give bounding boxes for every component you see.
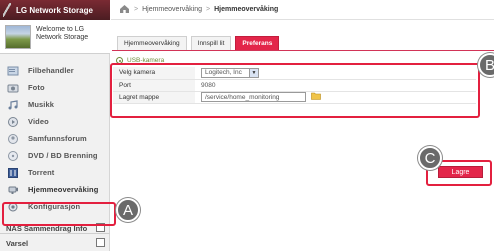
tab-underline (112, 50, 494, 51)
sidebar-item-label: Torrent (28, 168, 55, 177)
welcome-image (5, 25, 31, 49)
logo-stripe-icon (3, 3, 11, 17)
highlight-box-b (110, 63, 480, 118)
sidebar-item-label: Samfunnsforum (28, 134, 87, 143)
home-icon[interactable] (119, 4, 130, 16)
sidebar-item-label: Hjemmeovervåking (28, 185, 99, 194)
welcome-panel: Welcome to LG Network Storage (0, 20, 110, 54)
sidebar-item-dvd-bd[interactable]: DVD / BD Brenning (0, 147, 110, 164)
torrent-icon (6, 166, 19, 179)
breadcrumb: > Hjemmeovervåking > Hjemmeovervåking (111, 0, 494, 20)
expand-icon[interactable] (96, 238, 105, 247)
sidebar-item-samfunnsforum[interactable]: Samfunnsforum (0, 130, 110, 147)
brand-header[interactable]: LG Network Storage (0, 0, 110, 20)
sidebar-item-hjemmeovervaking[interactable]: Hjemmeovervåking (0, 181, 110, 198)
music-icon (6, 98, 19, 111)
sidebar-item-label: DVD / BD Brenning (28, 151, 98, 160)
file-manager-icon (6, 64, 19, 77)
alert-row[interactable]: Varsel (0, 236, 110, 250)
sidebar-item-foto[interactable]: Foto (0, 79, 110, 96)
callout-a: A (116, 198, 140, 222)
sidebar-item-musikk[interactable]: Musikk (0, 96, 110, 113)
callout-b: B (478, 53, 494, 77)
save-button[interactable]: Lagre (438, 166, 483, 178)
sidebar-item-label: Filbehandler (28, 66, 74, 75)
tab-innspill[interactable]: Innspill lit (190, 36, 232, 50)
home-monitoring-icon (6, 183, 19, 196)
sidebar-item-label: Foto (28, 83, 45, 92)
welcome-text: Welcome to LG Network Storage (36, 26, 89, 41)
breadcrumb-separator: > (134, 6, 139, 13)
tab-bar: Hjemmeovervåking Innspill lit Preferans (117, 36, 280, 50)
tab-hjemmeovervaking[interactable]: Hjemmeovervåking (117, 36, 187, 50)
disc-icon (6, 149, 19, 162)
community-icon (6, 132, 19, 145)
alert-label: Varsel (6, 238, 29, 248)
sidebar-item-filbehandler[interactable]: Filbehandler (0, 62, 110, 79)
photo-icon (6, 81, 19, 94)
sidebar-item-label: Musikk (28, 100, 55, 109)
sidebar-item-video[interactable]: Video (0, 113, 110, 130)
sidebar-item-torrent[interactable]: Torrent (0, 164, 110, 181)
breadcrumb-separator: > (206, 6, 211, 13)
sidebar-menu: Filbehandler Foto Musikk Video Samfunnsf… (0, 62, 110, 215)
sidebar-item-label: Video (28, 117, 49, 126)
brand-name: LG Network Storage (16, 5, 93, 15)
breadcrumb-item[interactable]: Hjemmeovervåking (142, 6, 202, 13)
tab-preferans[interactable]: Preferans (235, 36, 280, 50)
highlight-box-a (2, 202, 116, 226)
breadcrumb-current: Hjemmeovervåking (214, 6, 279, 13)
video-icon (6, 115, 19, 128)
callout-c: C (418, 146, 442, 170)
